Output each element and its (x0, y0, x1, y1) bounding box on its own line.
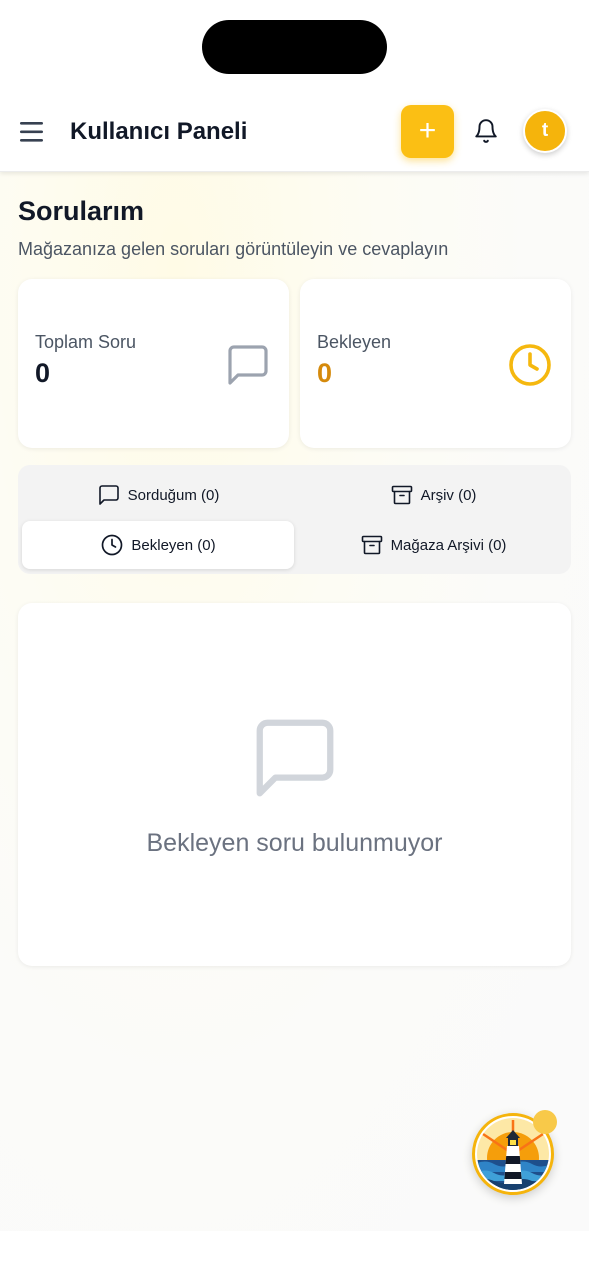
notifications-button[interactable] (473, 118, 499, 144)
hamburger-icon (20, 122, 43, 142)
tab-archive[interactable]: Arşiv (0) (298, 471, 568, 519)
notification-dot (533, 1110, 557, 1134)
tab-asked[interactable]: Sorduğum (0) (22, 471, 294, 519)
app-container: Kullanıcı Paneli + t Sorularım Mağazanız… (0, 97, 589, 1231)
header-title: Kullanıcı Paneli (70, 118, 248, 145)
clock-icon (102, 534, 123, 556)
page-subtitle: Mağazanıza gelen soruları görüntüleyin v… (18, 239, 449, 259)
tab-store-archive[interactable]: Mağaza Arşivi (0) (298, 521, 568, 569)
archive-icon (391, 485, 412, 505)
top-header: Kullanıcı Paneli + t (0, 97, 589, 172)
stat-label: Bekleyen (317, 332, 392, 352)
message-square-icon (228, 345, 268, 385)
tab-label: Sorduğum (0) (127, 486, 220, 504)
stat-card-total: Toplam Soru 0 (18, 279, 289, 448)
tab-label: Mağaza Arşivi (0) (390, 536, 507, 554)
status-bar (0, 0, 589, 97)
tab-pending[interactable]: Bekleyen (0) (22, 521, 294, 569)
stat-label: Toplam Soru (35, 332, 137, 352)
menu-button[interactable] (19, 121, 45, 143)
stat-value: 0 (35, 358, 51, 388)
message-square-icon (256, 719, 334, 797)
user-avatar[interactable]: t (523, 109, 567, 153)
stat-value: 0 (317, 358, 333, 388)
page-title: Sorularım (18, 196, 145, 226)
avatar-initial: t (541, 120, 549, 141)
empty-state-message: Bekleyen soru bulunmuyor (146, 829, 443, 857)
message-square-icon (98, 485, 119, 505)
archive-icon (361, 535, 382, 555)
tab-label: Arşiv (0) (420, 486, 477, 504)
tab-label: Bekleyen (0) (131, 536, 216, 554)
clock-icon (509, 344, 551, 386)
empty-state-card: Bekleyen soru bulunmuyor (18, 603, 571, 966)
plus-icon: + (418, 114, 437, 147)
question-tabs: Sorduğum (0) Arşiv (0) Bekleyen (0) Mağa… (18, 465, 571, 574)
camera-notch (202, 20, 387, 74)
stat-card-pending: Bekleyen 0 (300, 279, 571, 448)
add-button[interactable]: + (401, 105, 454, 158)
bell-icon (475, 119, 497, 143)
